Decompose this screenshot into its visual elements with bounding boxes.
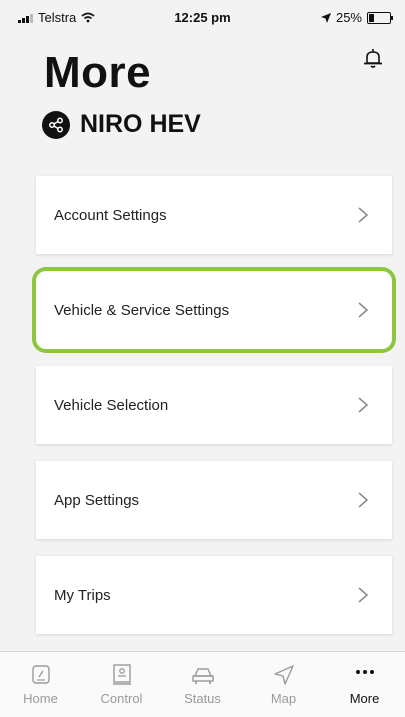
menu-item-vehicle-selection[interactable]: Vehicle Selection	[36, 366, 392, 444]
page-title: More	[44, 48, 152, 97]
settings-menu: Account Settings Vehicle & Service Setti…	[36, 176, 392, 651]
tab-label: More	[349, 691, 380, 706]
menu-item-vehicle-service-settings[interactable]: Vehicle & Service Settings	[36, 271, 392, 349]
vehicle-selector: NIRO HEV	[42, 110, 201, 139]
more-dots-icon	[355, 670, 374, 674]
chevron-right-icon	[358, 587, 369, 603]
share-icon[interactable]	[42, 110, 70, 139]
menu-item-label: Vehicle Selection	[54, 396, 169, 414]
control-icon	[112, 664, 131, 685]
menu-item-label: My Trips	[54, 586, 111, 604]
bottom-tab-bar: Home Control Status Map More	[0, 651, 405, 717]
location-arrow-icon	[320, 12, 331, 23]
vehicle-name: NIRO HEV	[80, 110, 201, 138]
tab-label: Map	[270, 691, 297, 706]
menu-item-account-settings[interactable]: Account Settings	[36, 176, 392, 254]
tab-label: Control	[100, 691, 143, 706]
tab-map[interactable]: Map	[243, 652, 324, 717]
status-bar: Telstra 12:25 pm 25%	[0, 0, 405, 36]
car-icon	[191, 668, 214, 684]
menu-item-my-trips[interactable]: My Trips	[36, 556, 392, 634]
chevron-right-icon	[358, 207, 369, 223]
tab-label: Status	[184, 691, 221, 706]
tab-control[interactable]: Control	[81, 652, 162, 717]
menu-item-label: Account Settings	[54, 206, 167, 224]
battery-percent: 25%	[335, 10, 362, 25]
tab-more[interactable]: More	[324, 652, 405, 717]
chevron-right-icon	[358, 397, 369, 413]
menu-item-label: App Settings	[54, 491, 140, 509]
menu-item-label: Vehicle & Service Settings	[54, 301, 230, 319]
tab-home[interactable]: Home	[0, 652, 81, 717]
notification-bell-icon[interactable]	[360, 46, 386, 72]
tab-label: Home	[23, 691, 58, 706]
navigation-arrow-icon	[273, 665, 294, 685]
home-icon	[31, 665, 50, 684]
chevron-right-icon	[358, 302, 369, 318]
status-right: 25%	[320, 10, 393, 25]
menu-item-app-settings[interactable]: App Settings	[36, 461, 392, 539]
battery-icon	[367, 11, 393, 24]
chevron-right-icon	[358, 492, 369, 508]
tab-status[interactable]: Status	[162, 652, 243, 717]
